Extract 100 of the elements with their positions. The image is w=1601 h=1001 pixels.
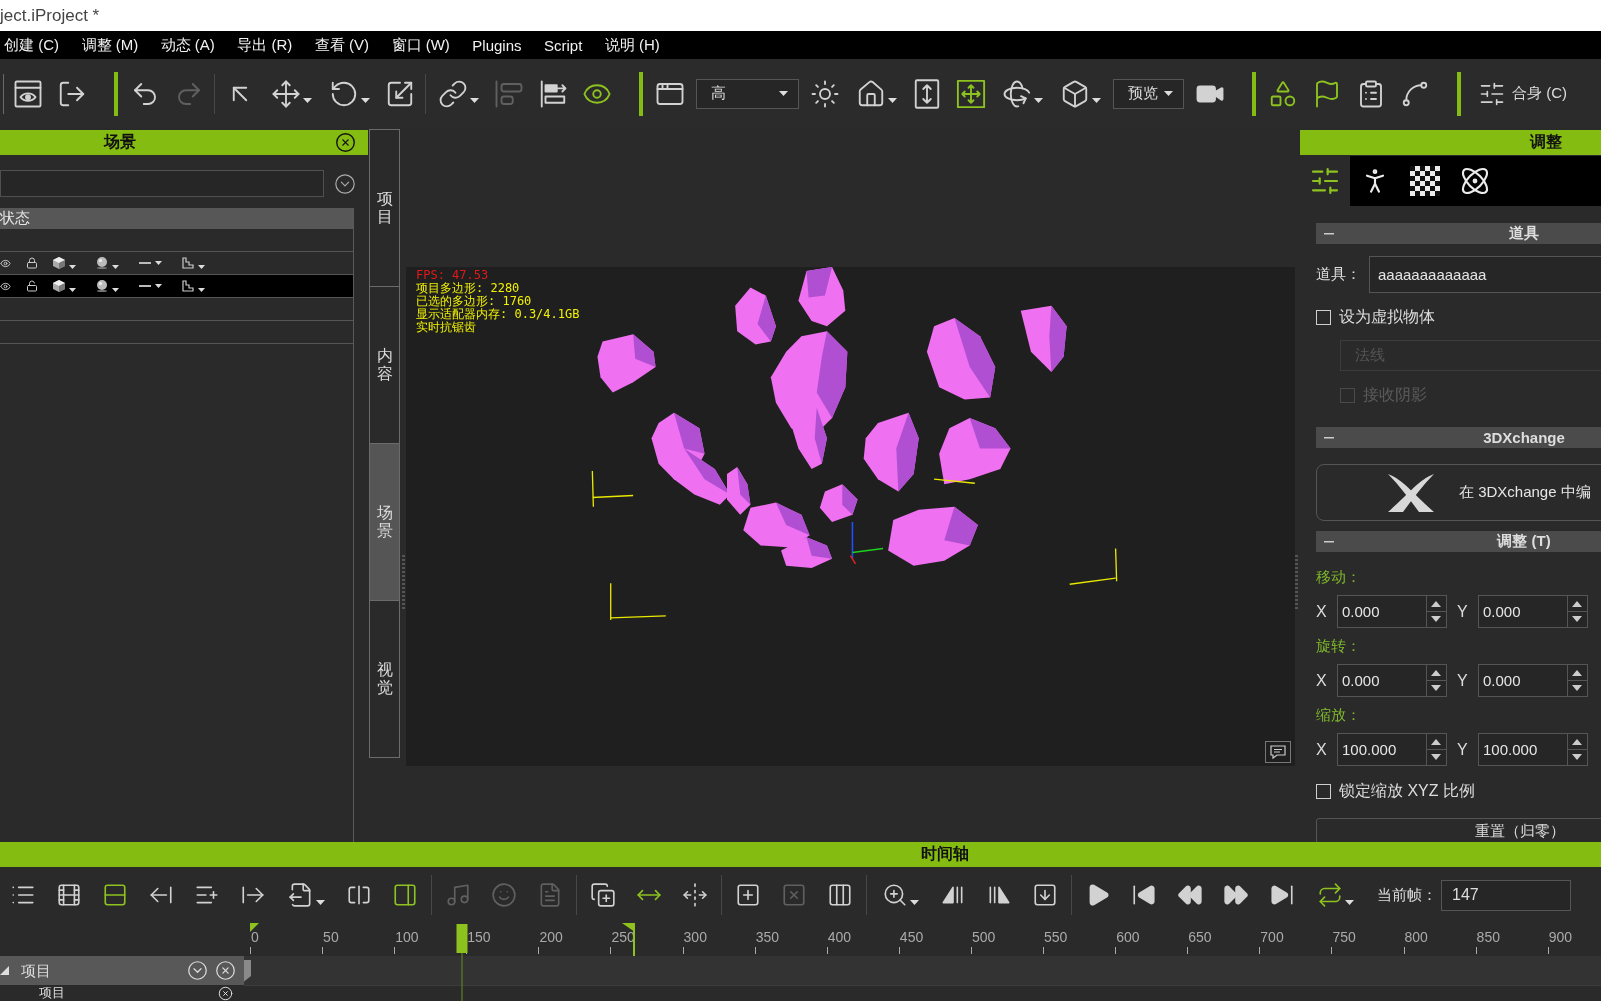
square-arrow-down-icon[interactable] [1032,882,1058,908]
comment-icon[interactable] [1265,741,1291,763]
menu-item[interactable]: Script [544,36,583,54]
align-arrow-icon[interactable] [538,78,568,109]
toolbar-grip[interactable] [1252,71,1256,116]
side-tab[interactable]: 项目 [369,129,400,287]
number-field[interactable]: 0.000 [1478,664,1588,697]
collapse-icon[interactable] [1324,540,1334,543]
caret-icon[interactable] [1091,98,1101,103]
track-header[interactable]: 项目 [0,956,244,985]
text-field[interactable]: aaaaaaaaaaaaa [1369,256,1601,293]
fit-button[interactable]: 合身 (C) [1474,75,1571,112]
caret-icon[interactable] [1033,98,1043,103]
number-field[interactable]: 0.000 [1337,664,1447,697]
caret-icon[interactable] [112,265,119,269]
caret-icon[interactable] [155,284,162,288]
reset-button[interactable]: 重置（归零） [1316,818,1601,842]
move-icon[interactable] [270,78,301,109]
spinner-icon[interactable] [1567,596,1587,627]
menu-item[interactable]: 导出 (R) [237,35,293,55]
lane-handle[interactable] [244,959,251,982]
resize-grip-icon[interactable] [402,555,405,611]
caret-icon[interactable] [1344,899,1354,905]
cube-icon[interactable] [53,280,65,292]
cube-icon[interactable] [53,257,65,269]
menu-item[interactable]: 调整 (M) [81,35,139,55]
sphere-icon[interactable] [96,280,108,292]
caret-icon[interactable] [198,265,205,269]
panel-icon[interactable] [392,882,418,908]
dropdown[interactable]: 预览 [1113,78,1184,109]
fit-height-icon[interactable] [912,78,942,109]
lock-icon[interactable] [26,257,38,269]
caret-icon[interactable] [779,91,788,96]
caret-icon[interactable] [469,98,479,103]
dropdown[interactable]: 高 [696,78,799,109]
spinner-icon[interactable] [1426,734,1446,765]
playhead-handle[interactable] [456,924,468,953]
number-field[interactable]: 0.000 [1337,595,1447,628]
side-tab[interactable]: 视觉 [369,600,400,758]
shapes-icon[interactable] [1268,78,1298,109]
number-field[interactable]: 100.000 [1478,733,1588,766]
search-field[interactable] [0,170,324,197]
columns-icon[interactable] [827,882,853,908]
rows-icon[interactable] [102,882,128,908]
orbit-icon[interactable] [1001,78,1032,109]
unfold-icon[interactable] [682,882,708,908]
sphere-icon[interactable] [96,257,108,269]
eye-icon[interactable] [0,257,11,269]
caret-icon[interactable] [69,265,76,269]
loop-icon[interactable] [1316,882,1343,908]
caret-icon[interactable] [315,899,325,905]
scene-row[interactable] [0,275,353,298]
square-plus-icon[interactable] [735,882,761,908]
collapse-icon[interactable] [1324,232,1334,235]
link-icon[interactable] [437,78,468,109]
caret-icon[interactable] [69,288,76,292]
menu-item[interactable]: 动态 (A) [160,35,215,55]
spinner-icon[interactable] [1426,596,1446,627]
caret-icon[interactable] [909,899,919,905]
caret-icon[interactable] [155,261,162,265]
open-lock-icon[interactable] [26,280,38,292]
copy-plus-icon[interactable] [590,882,616,908]
resize-grip-icon[interactable] [1295,555,1298,611]
eye-window-icon[interactable] [13,78,43,109]
section-header[interactable]: 调整 (T) [1316,531,1601,552]
rewind-icon[interactable] [1177,882,1203,908]
side-tab[interactable]: 场景 [369,443,400,601]
toolbar-grip[interactable] [114,71,118,116]
caret-icon[interactable] [198,288,205,292]
film-icon[interactable] [56,882,82,908]
expand-triangle-icon[interactable] [0,966,9,975]
menu-item[interactable]: 查看 (V) [314,35,369,55]
menu-item[interactable]: 说明 (H) [604,35,660,55]
spinner-icon[interactable] [1567,665,1587,696]
viewport-canvas[interactable]: FPS: 47.53 项目多边形: 2280 已选的多边形: 1760 显示适配器内存: 0.3/4.1GB 实时抗锯齿 [406,267,1295,766]
close-icon[interactable] [335,132,356,153]
caret-icon[interactable] [887,98,897,103]
move-frame-icon[interactable] [956,78,986,109]
menu-item[interactable]: 创建 (C) [4,35,59,55]
frame-field[interactable]: 147 [1441,879,1571,911]
section-header[interactable]: 道具 [1316,223,1601,244]
caret-icon[interactable] [360,98,370,103]
step-shape-icon[interactable] [182,257,194,269]
eye-icon[interactable] [0,280,11,292]
spinner-icon[interactable] [1426,665,1446,696]
caret-icon[interactable] [302,98,312,103]
edit-button[interactable]: 在 3DXchange 中编 [1316,464,1601,521]
section-header[interactable]: 3DXchange [1316,427,1601,448]
number-field[interactable]: 0.000 [1478,595,1588,628]
dropdown-icon[interactable] [334,172,356,195]
number-field[interactable]: 100.000 [1337,733,1447,766]
side-tab[interactable]: 内容 [369,286,400,444]
collapse-icon[interactable] [1324,436,1334,439]
caret-icon[interactable] [1164,91,1173,96]
menu-item[interactable]: Plugins [472,36,522,54]
sun-icon[interactable] [810,78,840,109]
step-shape-icon[interactable] [182,280,194,292]
menu-item[interactable]: 窗口 (W) [391,35,450,55]
toolbar-grip[interactable] [639,71,643,116]
caret-icon[interactable] [112,288,119,292]
